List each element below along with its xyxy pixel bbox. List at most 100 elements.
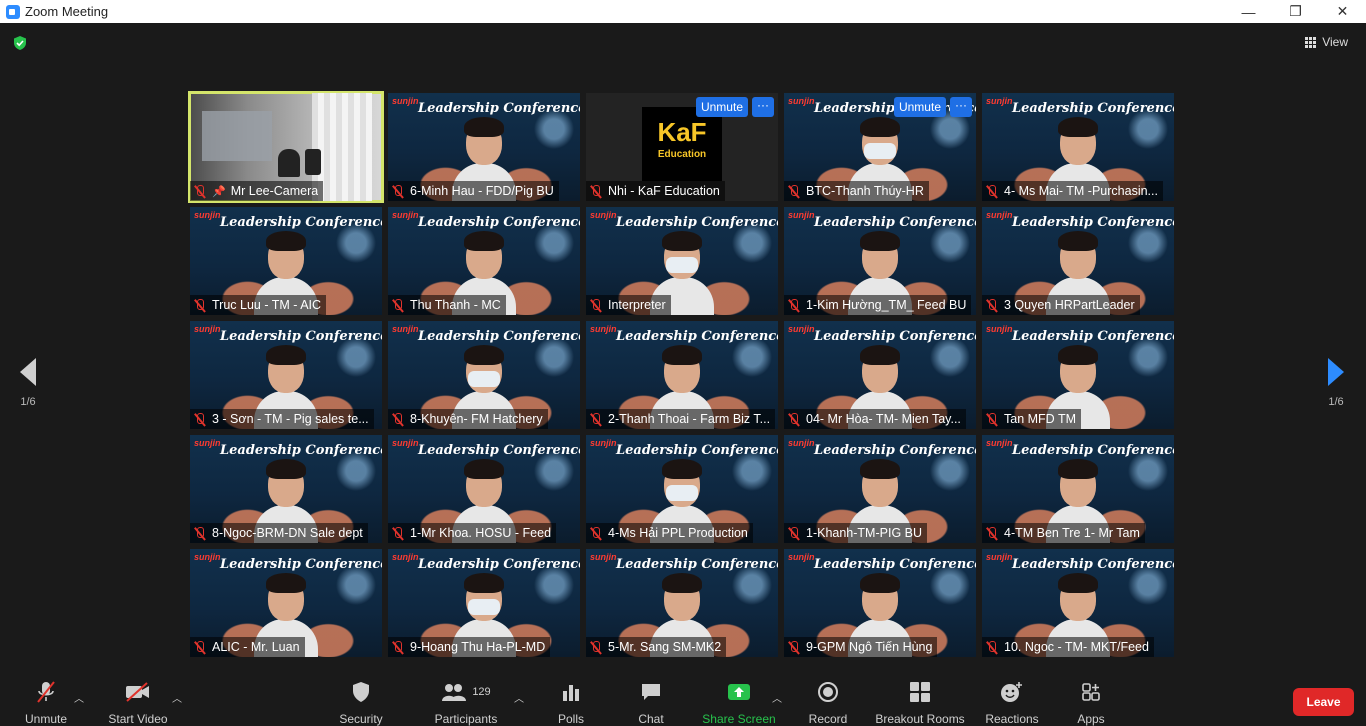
participant-tile[interactable]: sunjin Leadership Conference 10. Ngoc - TM… [982, 549, 1174, 657]
audio-options-caret-icon[interactable]: ︿ [74, 690, 84, 705]
participant-tile[interactable]: sunjin Leadership Conference 2-Thanh Thoai… [586, 321, 778, 429]
apps-label: Apps [1077, 712, 1105, 726]
close-button[interactable]: ✕ [1319, 0, 1366, 23]
participants-count: 129 [472, 686, 491, 698]
breakout-rooms-button[interactable]: Breakout Rooms [874, 680, 966, 726]
reactions-button[interactable]: Reactions [984, 680, 1040, 726]
participant-tile[interactable]: sunjin Leadership Conference 1-Khanh-TM-PI… [784, 435, 976, 543]
participant-name: 2-Thanh Thoai - Farm Biz T... [608, 412, 771, 426]
participant-tile[interactable]: sunjin Leadership Conference ALIC - Mr. Lu… [190, 549, 382, 657]
arrow-right-icon [1328, 358, 1344, 386]
apps-icon [1072, 680, 1110, 704]
ask-to-unmute-button[interactable]: Unmute [695, 97, 748, 117]
share-options-caret-icon[interactable]: ︿ [772, 690, 782, 705]
sunjin-logo: sunjin [392, 438, 419, 448]
record-button[interactable]: Record [806, 680, 850, 726]
share-screen-icon [700, 680, 778, 704]
view-button[interactable]: View [1305, 35, 1348, 49]
mic-muted-icon [194, 298, 206, 312]
video-off-icon [106, 680, 170, 704]
participant-tile[interactable]: sunjin Leadership Conference Interpreter [586, 207, 778, 315]
participant-tile[interactable]: sunjin Leadership Conference 3 - Sơn - TM … [190, 321, 382, 429]
video-options-caret-icon[interactable]: ︿ [172, 690, 182, 705]
participant-namebar: 10. Ngoc - TM- MKT/Feed [982, 637, 1154, 657]
start-video-label: Start Video [108, 712, 168, 726]
mic-muted-icon [986, 412, 998, 426]
participant-tile[interactable]: sunjin Leadership Conference 9-Hoang Thu H… [388, 549, 580, 657]
participant-tile[interactable]: sunjin Leadership Conference 1-Mr Khoa. HO… [388, 435, 580, 543]
participant-tile[interactable]: sunjin Leadership Conference 4- Ms Mai- TM… [982, 93, 1174, 201]
more-options-button[interactable]: ··· [752, 97, 774, 117]
participant-name: BTC-Thanh Thúy-HR [806, 184, 924, 198]
mic-muted-icon [194, 412, 206, 426]
page-indicator-right: 1/6 [1328, 396, 1344, 408]
mic-muted-icon [194, 640, 206, 654]
security-button[interactable]: Security [334, 680, 388, 726]
sunjin-logo: sunjin [788, 96, 815, 106]
page-indicator-left: 1/6 [20, 396, 36, 408]
participant-tile[interactable]: KaF Education Unmute ··· Nhi - KaF Education [586, 93, 778, 201]
participant-namebar: BTC-Thanh Thúy-HR [784, 181, 929, 201]
participant-tile[interactable]: sunjin Leadership Conference Thu Thanh - M… [388, 207, 580, 315]
participant-tile[interactable]: sunjin Leadership Conference 4-Ms Hải PPL … [586, 435, 778, 543]
ask-to-unmute-button[interactable]: Unmute [893, 97, 946, 117]
mic-muted-icon [986, 640, 998, 654]
participant-tile[interactable]: sunjin Leadership Conference 3 Quyen HRPar… [982, 207, 1174, 315]
sunjin-logo: sunjin [788, 210, 815, 220]
maximize-button[interactable]: ❐ [1272, 0, 1319, 23]
participant-namebar: Truc Luu - TM - AIC [190, 295, 327, 315]
participant-tile[interactable]: sunjin Leadership Conference Tan MFD TM [982, 321, 1174, 429]
participant-tile[interactable]: sunjin Leadership Conference 6-Minh Hau - … [388, 93, 580, 201]
mic-muted-icon [788, 298, 800, 312]
participant-namebar: 9-Hoang Thu Ha-PL-MD [388, 637, 551, 657]
participant-name: 04- Mr Hòa- TM- Mien Tay... [806, 412, 961, 426]
leave-button[interactable]: Leave [1293, 688, 1354, 716]
share-screen-button[interactable]: Share Screen [700, 680, 778, 726]
sunjin-logo: sunjin [194, 324, 221, 334]
video-gallery: 📌 Mr Lee-Camera sunjin Leadership Conferenc… [188, 91, 1176, 657]
participants-button[interactable]: 129 Participants [432, 680, 500, 726]
arrow-left-icon [20, 358, 36, 386]
participant-tile[interactable]: sunjin Leadership Conference 4-TM Ben Tre … [982, 435, 1174, 543]
apps-button[interactable]: Apps [1072, 680, 1110, 726]
participant-tile[interactable]: sunjin Leadership Conference 04- Mr Hòa- T… [784, 321, 976, 429]
minimize-button[interactable]: — [1225, 0, 1272, 23]
sunjin-logo: sunjin [194, 552, 221, 562]
participant-name: 1-Mr Khoa. HOSU - Feed [410, 526, 552, 540]
participant-name: 8-Ngoc-BRM-DN Sale dept [212, 526, 363, 540]
participant-name: 6-Minh Hau - FDD/Pig BU [410, 184, 554, 198]
participant-tile[interactable]: sunjin Leadership Conference Truc Luu - TM… [190, 207, 382, 315]
participant-tile[interactable]: 📌 Mr Lee-Camera [188, 91, 384, 203]
participant-namebar: 1-Mr Khoa. HOSU - Feed [388, 523, 557, 543]
sunjin-logo: sunjin [590, 210, 617, 220]
participant-namebar: Nhi - KaF Education [586, 181, 725, 201]
participant-tile[interactable]: sunjin Leadership Conference 5-Mr. Sang SM… [586, 549, 778, 657]
view-label: View [1322, 35, 1348, 49]
chat-button[interactable]: Chat [632, 680, 670, 726]
participant-tile[interactable]: sunjin Leadership Conference 8-Khuyên- FM … [388, 321, 580, 429]
unmute-button[interactable]: Unmute [22, 680, 70, 726]
participant-tile[interactable]: sunjin Leadership Conference 8-Ngoc-BRM-DN… [190, 435, 382, 543]
encryption-shield-icon[interactable] [12, 35, 28, 51]
participant-namebar: 1-Khanh-TM-PIG BU [784, 523, 928, 543]
participant-namebar: ALIC - Mr. Luan [190, 637, 305, 657]
mic-muted-icon [392, 640, 404, 654]
sunjin-logo: sunjin [986, 324, 1013, 334]
participant-tile[interactable]: sunjin Leadership Conference 1-Kim Hường_T… [784, 207, 976, 315]
start-video-button[interactable]: Start Video [106, 680, 170, 726]
polls-chart-icon [552, 680, 590, 704]
participant-name: 1-Kim Hường_TM_ Feed BU [806, 298, 967, 312]
participants-caret-icon[interactable]: ︿ [514, 690, 524, 705]
security-label: Security [339, 712, 383, 726]
more-options-button[interactable]: ··· [950, 97, 972, 117]
reactions-smiley-icon [984, 680, 1040, 704]
mic-muted-icon [392, 184, 404, 198]
previous-page-button[interactable]: 1/6 [8, 358, 48, 408]
participant-namebar: 5-Mr. Sang SM-MK2 [586, 637, 727, 657]
polls-button[interactable]: Polls [552, 680, 590, 726]
sunjin-logo: sunjin [788, 324, 815, 334]
participant-namebar: 2-Thanh Thoai - Farm Biz T... [586, 409, 776, 429]
participant-tile[interactable]: sunjinLeadership ConferenceUnmute···BTC-… [784, 93, 976, 201]
next-page-button[interactable]: 1/6 [1316, 358, 1356, 408]
participant-tile[interactable]: sunjin Leadership Conference 9-GPM Ngô Tiế… [784, 549, 976, 657]
